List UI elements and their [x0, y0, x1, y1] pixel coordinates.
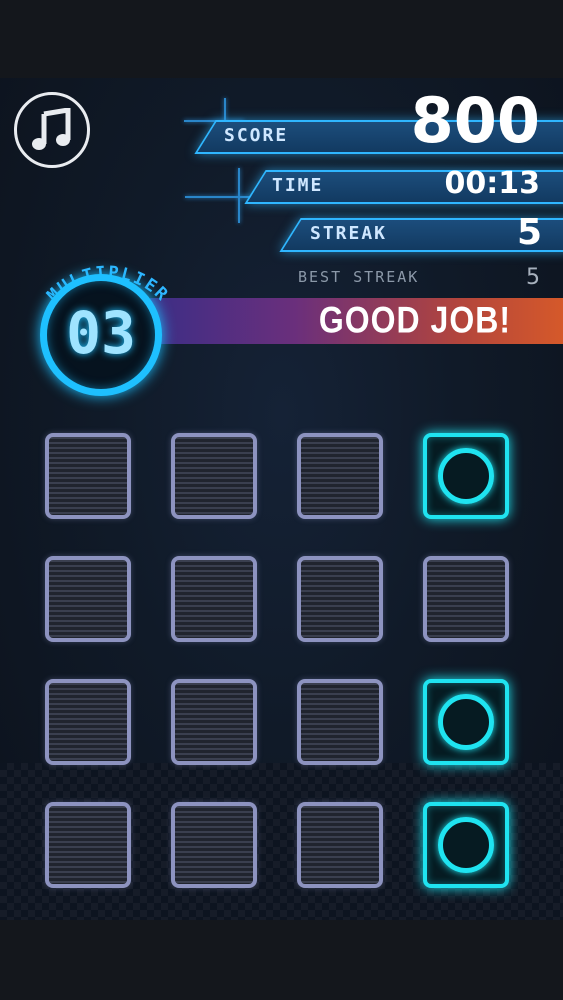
tile-active[interactable] [423, 679, 509, 765]
streak-label: STREAK [310, 223, 388, 244]
music-note-icon [32, 108, 71, 150]
score-value: 800 [410, 84, 540, 157]
tile[interactable] [45, 556, 131, 642]
tile[interactable] [297, 433, 383, 519]
tile-active[interactable] [423, 433, 509, 519]
bottom-letterbox [0, 920, 563, 1000]
tile[interactable] [297, 556, 383, 642]
tile[interactable] [297, 679, 383, 765]
streak-value: 5 [516, 212, 542, 253]
tile-active[interactable] [423, 802, 509, 888]
best-streak-label: BEST STREAK [298, 268, 420, 286]
tile[interactable] [423, 556, 509, 642]
music-toggle-button[interactable] [14, 92, 90, 168]
feedback-banner: GOOD JOB! [150, 298, 563, 344]
tile[interactable] [171, 556, 257, 642]
feedback-text: GOOD JOB! [318, 299, 511, 341]
time-label: TIME [272, 175, 324, 196]
score-label: SCORE [224, 125, 289, 146]
multiplier-value: 03 [66, 299, 136, 367]
game-stage: SCORE 800 TIME 00:13 STREAK 5 BEST STREA… [0, 78, 563, 920]
multiplier-ring: 03 [40, 274, 162, 396]
circle-target-icon [438, 694, 494, 750]
circle-target-icon [438, 448, 494, 504]
tile[interactable] [297, 802, 383, 888]
time-value: 00:13 [444, 166, 541, 201]
tile[interactable] [171, 802, 257, 888]
tile[interactable] [171, 679, 257, 765]
tile[interactable] [45, 802, 131, 888]
best-streak-value: 5 [526, 265, 540, 290]
tile[interactable] [45, 679, 131, 765]
circle-target-icon [438, 817, 494, 873]
multiplier-badge: MULTIPLIER 03 [18, 228, 198, 398]
top-letterbox [0, 0, 563, 78]
tile[interactable] [45, 433, 131, 519]
tile[interactable] [171, 433, 257, 519]
